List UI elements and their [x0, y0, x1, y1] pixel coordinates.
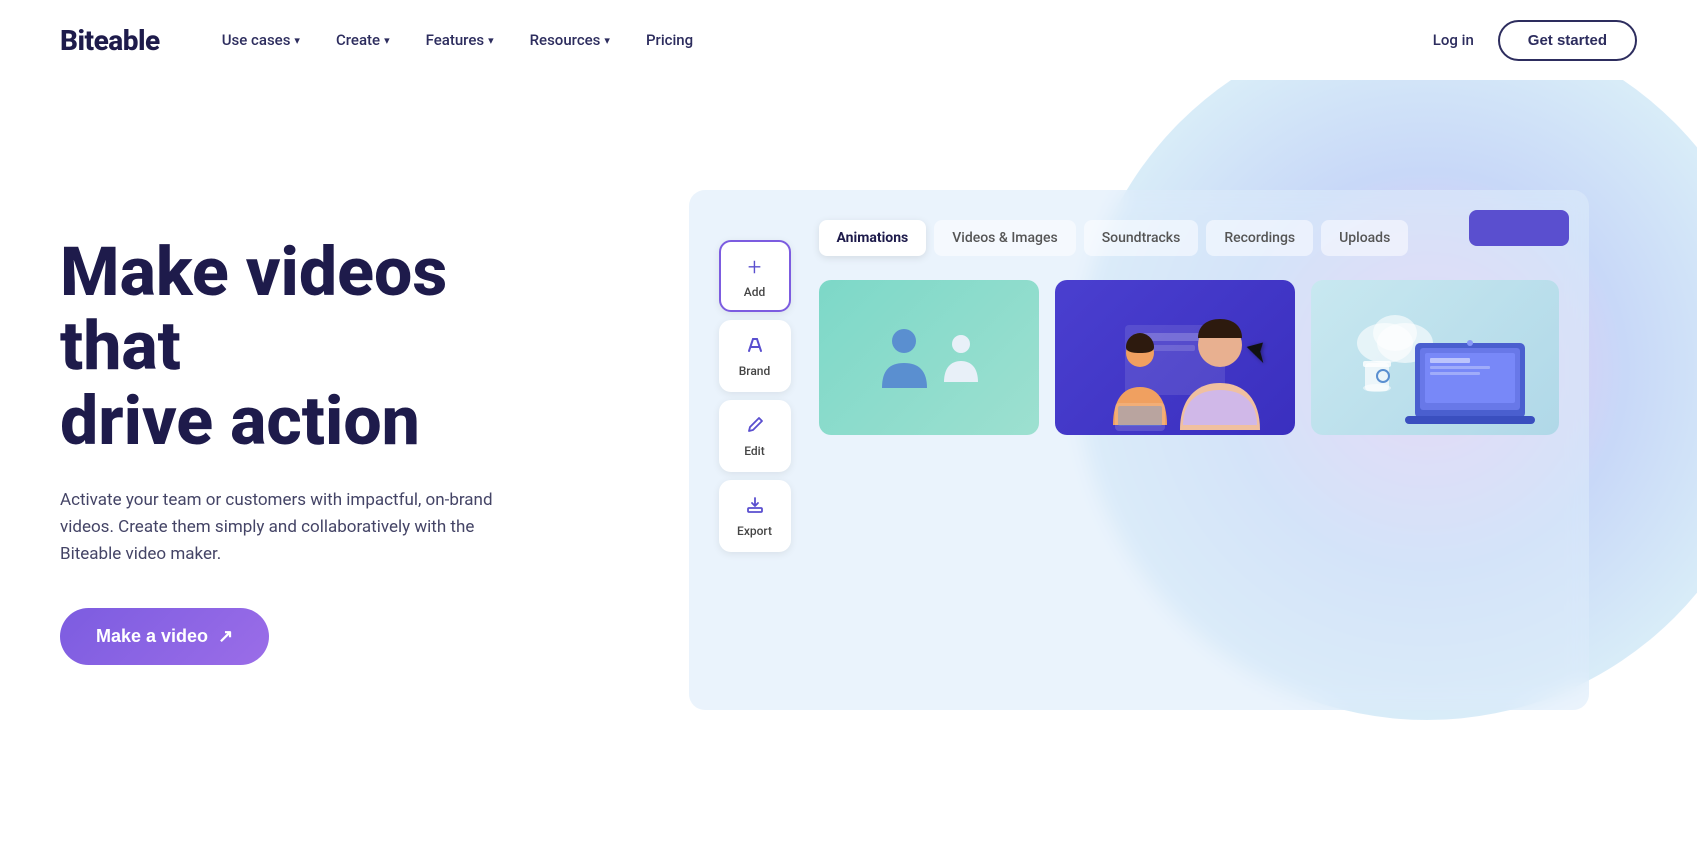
tab-videos-images[interactable]: Videos & Images	[934, 220, 1075, 256]
sidebar-edit-label: Edit	[744, 444, 764, 458]
chevron-down-icon: ▾	[384, 34, 390, 47]
sidebar-edit-button[interactable]: Edit	[719, 400, 791, 472]
make-video-button[interactable]: Make a video ↗	[60, 608, 269, 665]
hero-mockup: + Add Brand	[640, 190, 1637, 710]
hero-subtitle: Activate your team or customers with imp…	[60, 487, 500, 569]
tab-animations[interactable]: Animations	[819, 220, 927, 256]
tab-recordings[interactable]: Recordings	[1206, 220, 1313, 256]
sidebar-add-label: Add	[744, 285, 765, 299]
laptop-illustration	[1335, 288, 1535, 428]
hero-text: Make videos that drive action Activate y…	[60, 235, 580, 666]
arrow-icon: ↗	[218, 626, 233, 647]
brand-icon	[745, 335, 765, 360]
mockup-window: + Add Brand	[689, 190, 1589, 710]
tab-soundtracks[interactable]: Soundtracks	[1084, 220, 1199, 256]
mockup-sidebar: + Add Brand	[719, 240, 791, 552]
mockup-thumbnails	[819, 280, 1559, 435]
nav-actions: Log in Get started	[1433, 20, 1637, 61]
mockup-tabs: Animations Videos & Images Soundtracks R…	[819, 220, 1559, 256]
nav-resources[interactable]: Resources ▾	[516, 23, 624, 57]
login-button[interactable]: Log in	[1433, 31, 1474, 49]
thumbnail-1	[819, 280, 1039, 435]
chevron-down-icon: ▾	[604, 34, 610, 47]
nav-links: Use cases ▾ Create ▾ Features ▾ Resource…	[208, 23, 1433, 57]
nav-create[interactable]: Create ▾	[322, 23, 404, 57]
sidebar-export-button[interactable]: Export	[719, 480, 791, 552]
sidebar-brand-label: Brand	[739, 364, 771, 378]
sidebar-brand-button[interactable]: Brand	[719, 320, 791, 392]
export-icon	[745, 495, 765, 520]
nav-features[interactable]: Features ▾	[412, 23, 508, 57]
hero-title: Make videos that drive action	[60, 235, 580, 459]
edit-icon	[745, 415, 765, 440]
thumbnail-3	[1311, 280, 1559, 435]
logo[interactable]: Biteable	[60, 24, 160, 57]
mockup-main-area: Animations Videos & Images Soundtracks R…	[819, 220, 1559, 435]
chevron-down-icon: ▾	[294, 34, 300, 47]
person-1-icon	[877, 323, 932, 393]
plus-icon: +	[748, 253, 762, 281]
tab-uploads[interactable]: Uploads	[1321, 220, 1408, 256]
hero-section: Make videos that drive action Activate y…	[0, 80, 1697, 840]
sidebar-add-button[interactable]: + Add	[719, 240, 791, 312]
sidebar-export-label: Export	[737, 524, 772, 538]
nav-use-cases[interactable]: Use cases ▾	[208, 23, 314, 57]
nav-pricing[interactable]: Pricing	[632, 23, 707, 57]
chevron-down-icon: ▾	[488, 34, 494, 47]
mockup-accent-button	[1469, 210, 1569, 246]
person-2-icon	[942, 332, 980, 384]
get-started-button[interactable]: Get started	[1498, 20, 1637, 61]
navbar: Biteable Use cases ▾ Create ▾ Features ▾…	[0, 0, 1697, 80]
